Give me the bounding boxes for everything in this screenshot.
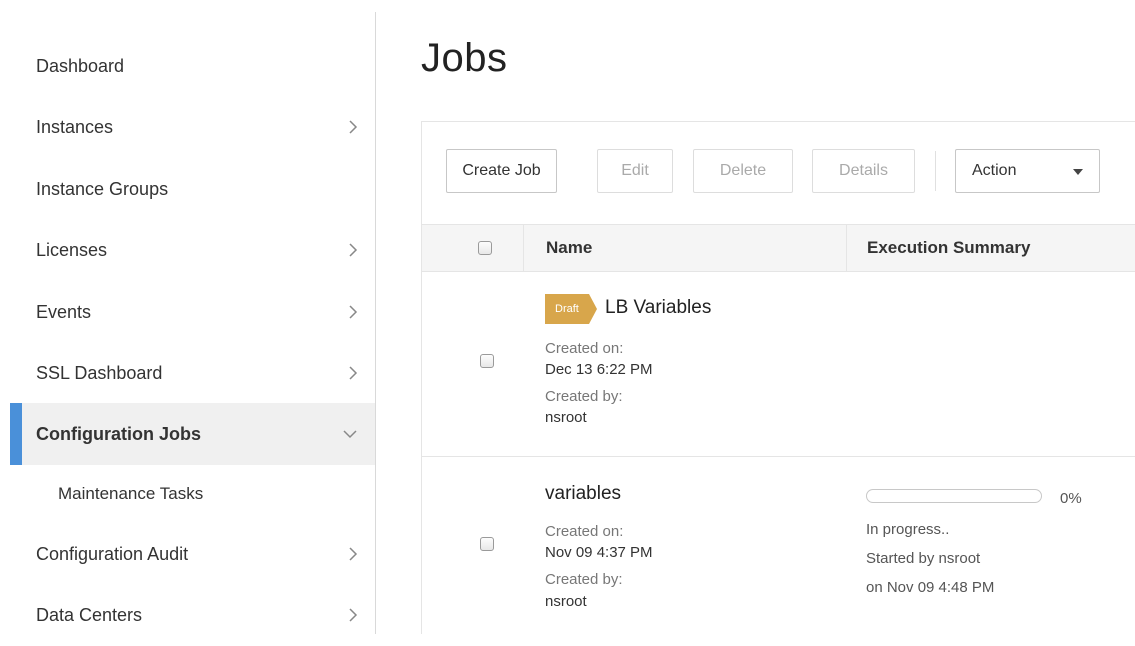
chevron-right-icon [348, 305, 358, 319]
sidebar-item-instance-groups[interactable]: Instance Groups [10, 158, 376, 220]
details-button[interactable]: Details [812, 149, 915, 193]
execution-status: In progress.. [866, 521, 950, 538]
created-on-value: Nov 09 4:37 PM [545, 544, 653, 561]
created-by-value: nsroot [545, 409, 587, 426]
sidebar-item-dashboard[interactable]: Dashboard [10, 35, 376, 97]
chevron-right-icon [348, 608, 358, 622]
row-divider [422, 456, 1135, 457]
sidebar-item-data-centers[interactable]: Data Centers [10, 584, 376, 646]
created-on-label: Created on: [545, 523, 624, 540]
row-checkbox[interactable] [480, 537, 494, 551]
sidebar-item-ssl-dashboard[interactable]: SSL Dashboard [10, 342, 376, 404]
sidebar-item-events[interactable]: Events [10, 281, 376, 343]
sidebar-item-label: SSL Dashboard [36, 362, 163, 383]
chevron-right-icon [348, 366, 358, 380]
chevron-right-icon [348, 547, 358, 561]
sidebar-item-instances[interactable]: Instances [10, 96, 376, 158]
sidebar-divider [375, 12, 376, 634]
sidebar-item-maintenance-tasks[interactable]: Maintenance Tasks [10, 463, 376, 525]
sidebar-item-label: Dashboard [36, 55, 125, 76]
delete-button[interactable]: Delete [693, 149, 793, 193]
active-indicator [10, 403, 22, 465]
created-by-value: nsroot [545, 593, 587, 610]
sidebar-item-configuration-audit[interactable]: Configuration Audit [10, 523, 376, 585]
sidebar-item-configuration-jobs[interactable]: Configuration Jobs [10, 403, 376, 465]
created-on-label: Created on: [545, 340, 624, 357]
progress-bar [866, 489, 1042, 503]
started-on: on Nov 09 4:48 PM [866, 579, 995, 596]
sidebar-item-label: Configuration Audit [36, 543, 189, 564]
toolbar-divider [935, 151, 936, 191]
column-divider [523, 225, 524, 271]
created-on-value: Dec 13 6:22 PM [545, 361, 653, 378]
chevron-right-icon [348, 243, 358, 257]
sidebar-item-label: Maintenance Tasks [58, 484, 204, 503]
column-header-name[interactable]: Name [546, 225, 592, 271]
started-by: Started by nsroot [866, 550, 981, 567]
row-checkbox[interactable] [480, 354, 494, 368]
chevron-down-icon [342, 427, 358, 441]
progress-percent: 0% [1060, 490, 1082, 507]
caret-down-icon [1073, 162, 1083, 180]
sidebar-item-label: Configuration Jobs [36, 423, 201, 444]
page-title: Jobs [421, 36, 508, 80]
select-all-checkbox[interactable] [478, 241, 492, 255]
column-header-execution-summary[interactable]: Execution Summary [867, 225, 1030, 271]
create-job-button[interactable]: Create Job [446, 149, 557, 193]
action-dropdown-label: Action [972, 162, 1017, 179]
action-dropdown[interactable]: Action [955, 149, 1100, 193]
status-badge: Draft [545, 294, 597, 324]
created-by-label: Created by: [545, 571, 623, 588]
table-header: Name Execution Summary [422, 224, 1135, 272]
chevron-right-icon [348, 120, 358, 134]
sidebar-item-label: Data Centers [36, 604, 143, 625]
sidebar: Dashboard Instances Instance Groups Lice… [0, 0, 376, 634]
job-name[interactable]: LB Variables [605, 297, 711, 319]
jobs-panel [421, 121, 1135, 634]
created-by-label: Created by: [545, 388, 623, 405]
sidebar-item-label: Instance Groups [36, 178, 169, 199]
job-name[interactable]: variables [545, 483, 621, 505]
sidebar-item-label: Instances [36, 116, 114, 137]
edit-button[interactable]: Edit [597, 149, 673, 193]
sidebar-item-licenses[interactable]: Licenses [10, 219, 376, 281]
sidebar-item-label: Licenses [36, 239, 108, 260]
column-divider [846, 225, 847, 271]
sidebar-item-label: Events [36, 301, 92, 322]
